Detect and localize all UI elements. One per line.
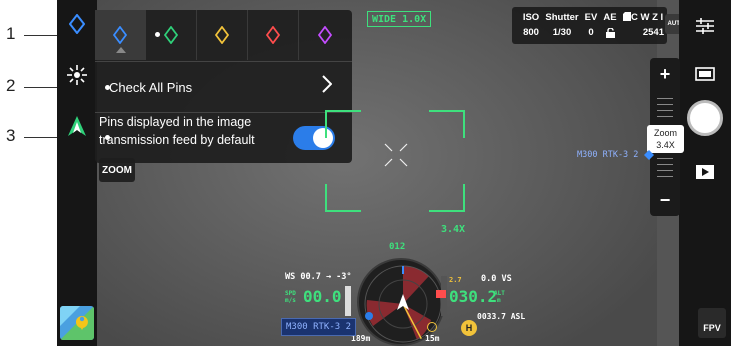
asl-value: 0033.7 ASL [477,312,526,321]
zoom-frame-label: 3.4X [441,224,466,235]
pin-icon[interactable] [65,12,89,36]
zoom-frame-corner [429,110,465,138]
distance-right: 15m [425,334,440,343]
pin-color-yellow[interactable] [197,10,248,60]
callout-1: 1 [6,24,16,43]
zoom-tick [657,158,673,159]
lens-badge[interactable]: WIDE 1.0X [367,11,432,27]
target-marker-icon [643,149,655,161]
altitude-unit-top: ALT [494,290,505,297]
callout-2: 2 [6,76,16,95]
shutter-label: Shutter [545,12,579,23]
selected-indicator-icon [115,46,127,54]
home-point-icon: H [461,320,477,336]
pin-color-red[interactable] [248,10,299,60]
speed-unit-bottom: m/s [285,297,296,304]
speed-unit-top: SPD [285,290,296,297]
zoom-tick [657,170,673,171]
pin-color-green[interactable] [146,10,197,60]
callout-dot-1 [155,32,160,37]
heading-value: 012 [389,242,406,252]
pins-default-label: Pins displayed in the image transmission… [99,115,255,147]
callout-3: 3 [6,126,16,145]
zoom-tick [657,164,673,165]
storage-label: C W Z I [631,12,664,23]
sun-icon[interactable] [63,62,91,88]
playback-icon[interactable] [693,160,717,184]
altitude-value: 030.2 [449,287,498,306]
pin-color-purple[interactable] [299,10,350,60]
home-direction-icon [427,322,437,332]
ev-value: 0 [588,27,594,38]
left-toolbar [57,0,97,346]
shutter-button[interactable] [687,100,723,136]
check-all-pins-row[interactable]: Check All Pins [95,62,352,112]
camera-parameters[interactable]: ISO 800 Shutter 1/30 EV 0 AE C W Z I 254… [512,7,667,44]
pin-yellow-icon [215,26,229,44]
storage-value: 2541 [642,27,664,38]
settings-sliders-icon[interactable] [693,14,717,38]
zoom-frame-corner [325,110,361,138]
speed-gauge [345,286,351,316]
compass-radar [357,258,445,346]
zoom-tick [657,110,673,111]
pin-purple-icon [317,26,332,44]
zoom-tick [657,98,673,99]
pin-green-icon [164,26,178,44]
app-screen: ZOOM Check All Pins Pins displayed in th… [57,0,731,346]
ev-label: EV [584,12,598,23]
fpv-button[interactable]: FPV [698,308,726,338]
pin-blue-icon [113,26,127,44]
zoom-in-button[interactable]: + [650,62,680,86]
zoom-tick [657,116,673,117]
vertical-speed-left: 2.7 [449,276,462,284]
chevron-right-icon [322,75,333,99]
right-toolbar [679,0,731,346]
wind-speed: WS 00.7 → -3° [285,272,352,282]
vertical-speed: 0.0 VS [481,274,512,284]
target-label[interactable]: M300 RTK-3 2 [577,150,638,160]
zoom-frame-corner [429,184,465,212]
rtk-device-tag[interactable]: M300 RTK-3 2 [281,318,357,336]
zoom-tick [657,176,673,177]
zoom-out-button[interactable]: − [650,188,680,212]
shutter-value: 1/30 [552,27,572,38]
zoom-frame-corner [325,184,361,212]
altitude-unit-bottom: m [497,297,501,304]
check-all-pins-label: Check All Pins [109,80,193,95]
map-icon [60,306,94,340]
altitude-marker [436,290,446,298]
iso-value: 800 [523,27,539,38]
map-button[interactable] [60,306,94,340]
speed-value: 00.0 [303,287,342,306]
pin-red-icon [266,26,280,44]
navigation-arrow-icon[interactable] [63,112,91,140]
ae-label: AE [603,12,617,23]
iso-label: ISO [522,12,540,23]
crosshair-icon [383,142,409,168]
zoom-tick [657,104,673,105]
pin-color-row [95,10,352,60]
display-mode-icon[interactable] [693,62,717,86]
ae-lock-icon [604,27,616,39]
zoom-popup-label: Zoom [653,128,677,138]
